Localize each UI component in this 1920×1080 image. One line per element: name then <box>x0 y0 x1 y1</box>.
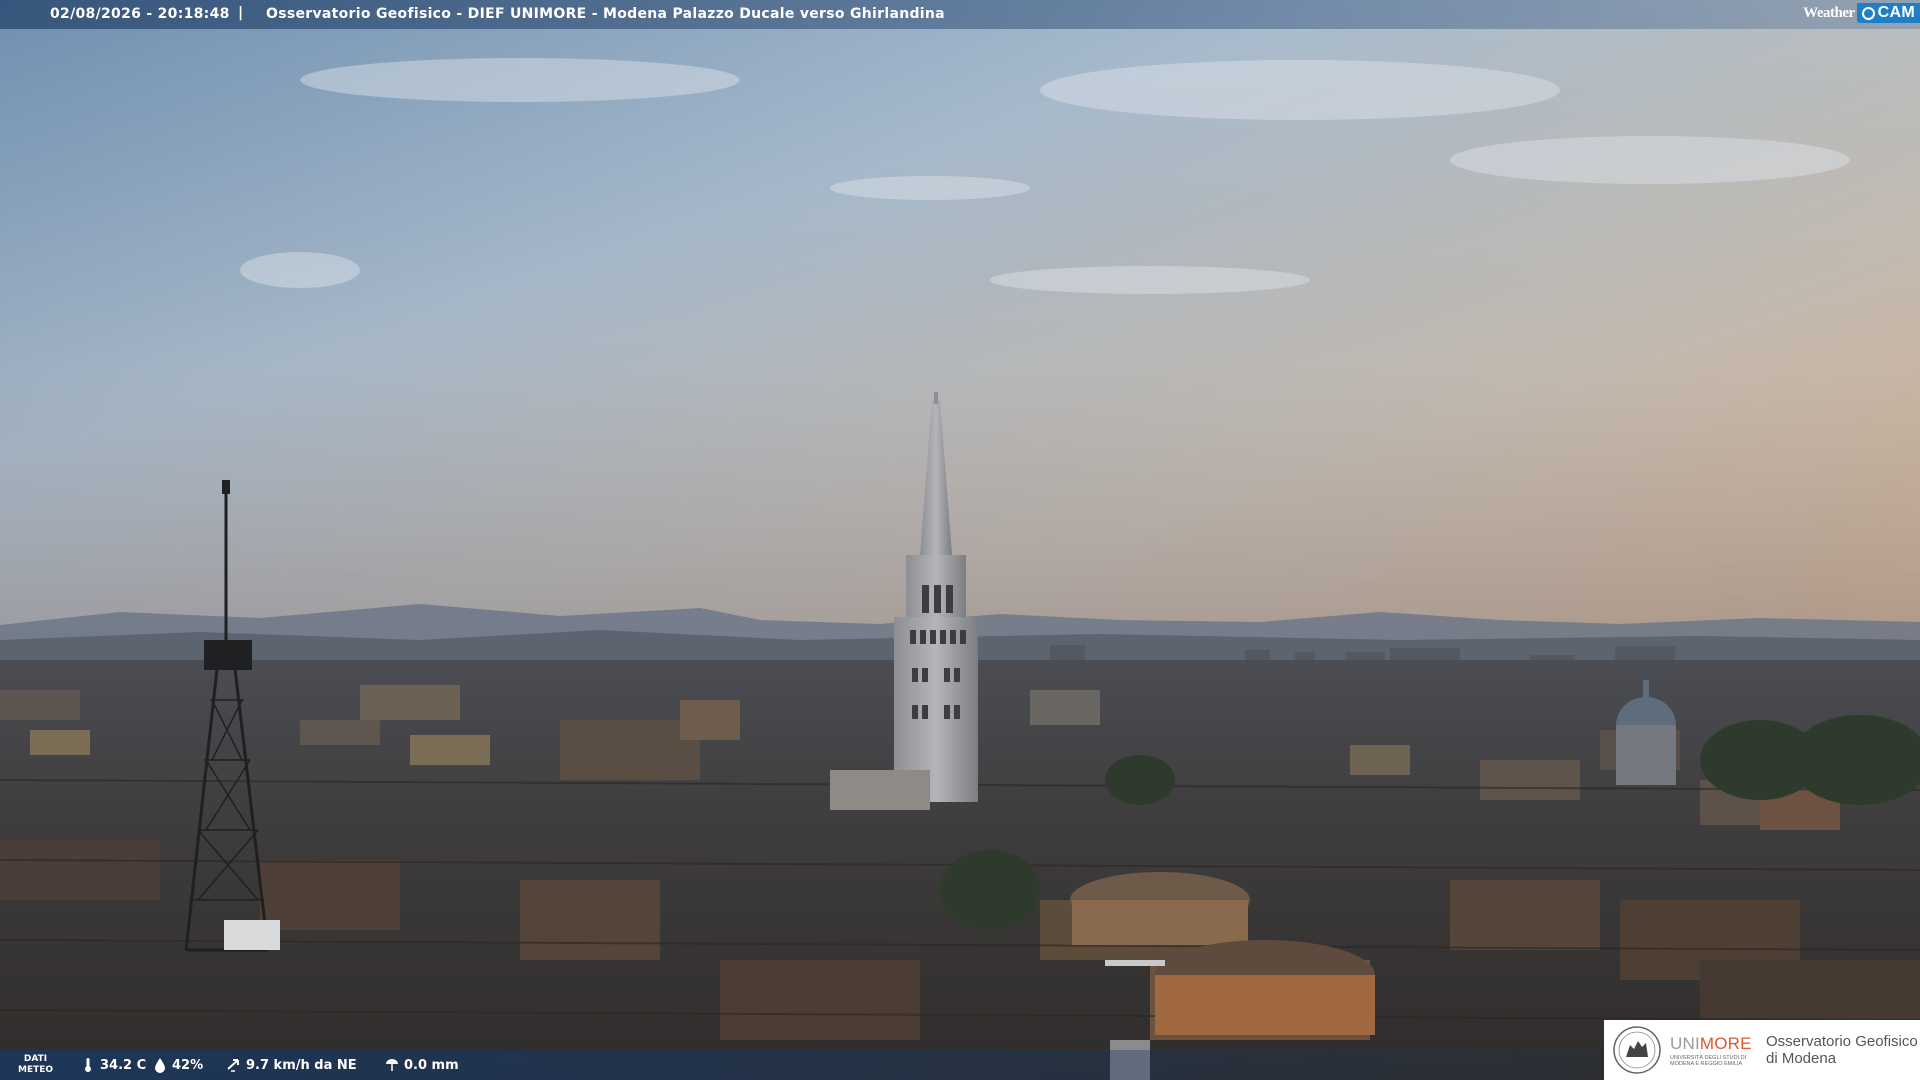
weathercam-logo-cam: CAM <box>1856 3 1920 23</box>
meteo-data-bar: DATI METEO 34.2 C 42% 9.7 km/h da NE 0.0… <box>0 1050 1600 1080</box>
unimore-logo-box: UNIMORE UNIVERSITÀ DEGLI STUDI DI MODENA… <box>1604 1020 1920 1080</box>
rain-value: 0.0 mm <box>404 1057 459 1073</box>
rain-gauge-icon <box>386 1059 398 1071</box>
weathercam-logo-weather: Weather <box>1803 4 1855 21</box>
humidity-value: 42% <box>172 1057 204 1073</box>
unimore-prefix: UNI <box>1670 1033 1700 1053</box>
observatory-name-line1: Osservatorio Geofisico <box>1766 1033 1918 1050</box>
wind-icon <box>227 1059 239 1072</box>
unimore-subtitle-line2: MODENA E REGGIO EMILIA <box>1670 1060 1743 1067</box>
rain-reading: 0.0 mm <box>384 1057 459 1073</box>
unimore-subtitle: UNIVERSITÀ DEGLI STUDI DI MODENA E REGGI… <box>1670 1055 1756 1067</box>
temperature-value: 34.2 C <box>100 1057 147 1073</box>
unimore-subtitle-line1: UNIVERSITÀ DEGLI STUDI DI <box>1670 1054 1747 1061</box>
temperature-reading: 34.2 C <box>80 1057 146 1073</box>
university-seal-icon <box>1613 1026 1661 1074</box>
wind-reading: 9.7 km/h da NE <box>226 1057 357 1073</box>
webcam-image <box>0 0 1920 1080</box>
wind-value: 9.7 km/h da NE <box>246 1057 357 1073</box>
datetime-stamp: 02/08/2026 - 20:18:48 <box>50 6 230 22</box>
meteo-label: DATI METEO <box>18 1054 53 1076</box>
unimore-name: UNIMORE <box>1670 1034 1756 1054</box>
top-overlay-bar: 02/08/2026 - 20:18:48 | Osservatorio Geo… <box>0 0 1920 29</box>
humidity-reading: 42% <box>152 1057 203 1073</box>
meteo-label-line2: METEO <box>18 1065 54 1075</box>
unimore-suffix: MORE <box>1699 1033 1752 1053</box>
thermometer-icon <box>85 1058 91 1072</box>
humidity-drop-icon <box>155 1058 165 1073</box>
weathercam-logo-cam-text: CAM <box>1877 4 1915 21</box>
meteo-label-line1: DATI <box>23 1054 48 1064</box>
weathercam-logo: Weather CAM <box>1803 0 1920 26</box>
lens-icon <box>1861 6 1875 20</box>
observatory-name: Osservatorio Geofisico di Modena <box>1766 1033 1918 1067</box>
camera-title: Osservatorio Geofisico - DIEF UNIMORE - … <box>266 6 945 22</box>
observatory-name-line2: di Modena <box>1766 1050 1837 1067</box>
unimore-wordmark: UNIMORE UNIVERSITÀ DEGLI STUDI DI MODENA… <box>1670 1034 1756 1067</box>
separator: | <box>238 5 244 21</box>
